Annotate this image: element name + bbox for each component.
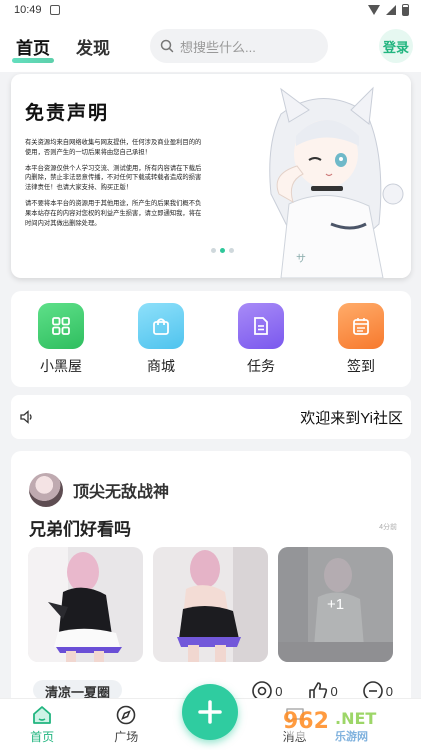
plus-icon	[198, 700, 222, 724]
speaker-icon	[20, 410, 32, 424]
document-icon	[238, 302, 284, 349]
calendar-icon	[338, 302, 384, 349]
likes-count: 0	[330, 683, 338, 699]
banner-paragraph: 有关资源均来自网络收集与网友提供，任何涉及商业盈利目的的均不得使用，否则产生的一…	[25, 139, 221, 156]
banner-title: 免责声明	[25, 103, 110, 124]
signal-icon	[386, 5, 396, 15]
tab-discover[interactable]: 发现	[76, 34, 110, 59]
post-time: 4分前	[379, 524, 397, 531]
nav-home[interactable]: 首页	[12, 704, 72, 745]
notification-icon	[49, 5, 60, 15]
comments-count: 0	[385, 683, 393, 699]
post-header: 顶尖无敌战神	[29, 473, 169, 507]
home-icon	[33, 706, 51, 724]
disclaimer-banner[interactable]: 免责声明 有关资源均来自网络收集与网友提供，任何涉及商业盈利目的的均不得使用，否…	[11, 74, 411, 278]
banner-dot[interactable]	[211, 248, 216, 253]
battery-icon	[402, 4, 409, 16]
nav-square[interactable]: 广场	[96, 704, 156, 745]
quick-entry-grid: 小黑屋 商城 任务 签到	[11, 291, 411, 387]
announcement-text: 欢迎来到Yi社区	[300, 409, 403, 427]
top-header: 首页 发现 想搜些什么... 登录	[0, 20, 421, 72]
banner-dot[interactable]	[229, 248, 234, 253]
more-images-count: +1	[278, 547, 393, 662]
avatar[interactable]	[29, 473, 63, 507]
bag-icon	[138, 302, 184, 349]
views-count: 0	[275, 683, 283, 699]
wifi-icon	[368, 5, 380, 15]
banner-paragraph: 请不要将本平台的资源用于其他用途，所产生的后果我们概不负责！如果本站存在的内容对…	[25, 199, 221, 227]
banner-paragraph: 本平台资源仅供个人学习交流、测试使用，所有内容请在下载后24小时内删除，禁止非法…	[25, 164, 221, 192]
quick-entry-shop[interactable]: 商城	[126, 302, 196, 376]
svg-text:.NET: .NET	[335, 709, 376, 728]
site-watermark-logo: 962 .NET 乐游网	[279, 702, 376, 743]
post-image[interactable]	[28, 547, 143, 662]
post-card[interactable]: 顶尖无敌战神 兄弟们好看吗 4分前 +1 清凉一夏圈 0 0 0	[11, 451, 411, 711]
post-image[interactable]	[153, 547, 268, 662]
svg-text:乐游网: 乐游网	[335, 729, 368, 743]
post-author[interactable]: 顶尖无敌战神	[73, 478, 169, 502]
search-icon	[160, 39, 174, 53]
tab-home[interactable]: 首页	[12, 34, 54, 63]
quick-entry-blacklist[interactable]: 小黑屋	[26, 302, 96, 376]
create-post-button[interactable]	[182, 684, 238, 740]
search-input[interactable]: 想搜些什么...	[150, 29, 328, 63]
compass-icon	[116, 705, 136, 725]
quick-entry-checkin[interactable]: 签到	[326, 302, 396, 376]
search-placeholder: 想搜些什么...	[180, 39, 256, 55]
post-tag[interactable]: 清凉一夏圈	[33, 680, 123, 700]
post-image[interactable]: +1	[278, 547, 393, 662]
banner-text: 有关资源均来自网络收集与网友提供，任何涉及商业盈利目的的均不得使用，否则产生的一…	[25, 138, 221, 234]
banner-dot-active[interactable]	[220, 248, 225, 253]
quick-entry-label: 签到	[347, 357, 375, 374]
nav-label: 首页	[30, 730, 55, 744]
post-images: +1	[28, 547, 393, 662]
quick-entry-label: 小黑屋	[40, 357, 82, 374]
status-bar: 10:49	[0, 0, 421, 20]
status-time: 10:49	[14, 4, 42, 16]
svg-text:962: 962	[283, 709, 329, 734]
login-button[interactable]: 登录	[379, 29, 413, 63]
nav-label: 广场	[114, 730, 139, 744]
svg-text:サ: サ	[296, 253, 306, 265]
quick-entry-label: 任务	[247, 357, 275, 374]
announcement-bar[interactable]: 欢迎来到Yi社区	[11, 395, 411, 439]
quick-entry-label: 商城	[147, 357, 175, 374]
grid-icon	[38, 302, 84, 349]
post-title[interactable]: 兄弟们好看吗	[29, 515, 131, 540]
banner-pagination	[211, 248, 234, 253]
quick-entry-tasks[interactable]: 任务	[226, 302, 296, 376]
